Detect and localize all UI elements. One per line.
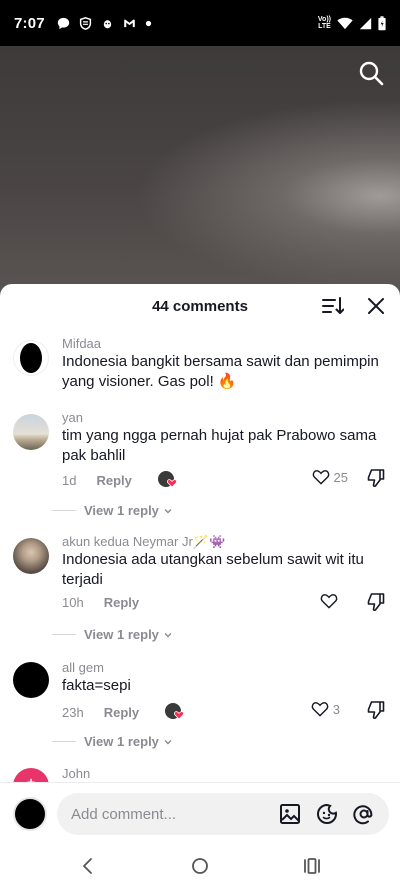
- view-replies-label: View 1 reply: [84, 503, 159, 518]
- comment-username[interactable]: all gem: [62, 660, 104, 675]
- chat-bubble-icon: [57, 17, 70, 29]
- comment-time: 23h: [62, 704, 84, 720]
- reply-button[interactable]: Reply: [104, 595, 139, 610]
- comment-item: yan tim yang ngga pernah hujat pak Prabo…: [0, 408, 400, 518]
- heart-badge-icon: [174, 711, 185, 720]
- search-icon[interactable]: [358, 60, 384, 86]
- avatar[interactable]: [13, 414, 49, 450]
- comment-text: tim yang ngga pernah hujat pak Prabowo s…: [62, 427, 377, 464]
- system-navigation-bar: [0, 844, 400, 889]
- comment-time: 10h: [62, 595, 84, 610]
- reply-button[interactable]: Reply: [96, 473, 131, 488]
- like-count: 25: [333, 469, 348, 485]
- creator-liked-badge: [165, 703, 185, 721]
- mention-icon[interactable]: [353, 803, 375, 825]
- view-replies-label: View 1 reply: [84, 627, 159, 642]
- recent-apps-icon[interactable]: [302, 856, 322, 876]
- comments-header: 44 comments: [0, 284, 400, 328]
- avatar[interactable]: [13, 662, 49, 698]
- close-icon[interactable]: [366, 296, 386, 316]
- reply-button[interactable]: Reply: [104, 705, 139, 720]
- chevron-down-icon: [164, 632, 172, 637]
- heart-badge-icon: [166, 479, 177, 488]
- view-replies-label: View 1 reply: [84, 734, 159, 749]
- view-replies-button[interactable]: View 1 reply: [52, 734, 173, 749]
- status-bar: 7:07 Vo)) LTE: [0, 0, 400, 46]
- comment-text: Indonesia ada utangkan sebelum sawit wit…: [62, 551, 364, 588]
- comment-time: 1d: [62, 472, 77, 488]
- signal-icon: [359, 17, 372, 29]
- like-group[interactable]: [320, 593, 338, 609]
- comment-item: akun kedua Neymar Jr🪄👾 Indonesia ada uta…: [0, 532, 400, 642]
- comment-text: Indonesia bangkit bersama sawit dan pemi…: [62, 353, 379, 390]
- view-replies-button[interactable]: View 1 reply: [52, 627, 173, 642]
- back-icon[interactable]: [78, 856, 98, 876]
- avatar[interactable]: [13, 340, 49, 376]
- lte-label: LTE: [318, 23, 331, 30]
- creator-liked-badge: [157, 471, 177, 489]
- bug-icon: [103, 19, 111, 28]
- comment-meta: 10h Reply: [62, 595, 139, 610]
- like-group[interactable]: 3: [311, 701, 340, 717]
- shield-icon: [79, 16, 91, 30]
- chevron-down-icon: [164, 739, 172, 744]
- gmail-icon: [124, 18, 135, 27]
- comments-count-title: 44 comments: [152, 297, 248, 315]
- comment-composer: [0, 782, 400, 844]
- video-player[interactable]: [0, 46, 400, 296]
- comment-meta: 23h Reply: [62, 703, 185, 721]
- dislike-icon[interactable]: [366, 592, 386, 612]
- heart-outline-icon[interactable]: [320, 593, 338, 609]
- heart-outline-icon[interactable]: [312, 469, 330, 485]
- home-icon[interactable]: [190, 856, 210, 876]
- comment-username[interactable]: Mifdaa: [62, 336, 101, 351]
- like-group[interactable]: 25: [312, 469, 348, 485]
- like-count: 3: [332, 701, 340, 717]
- comment-item: all gem fakta=sepi 23h Reply 3 View 1 re…: [0, 658, 400, 758]
- network-type-indicator: Vo)) LTE: [318, 16, 331, 30]
- view-replies-button[interactable]: View 1 reply: [52, 503, 173, 518]
- image-icon[interactable]: [279, 803, 301, 825]
- dislike-icon[interactable]: [366, 468, 386, 488]
- comment-input[interactable]: [57, 793, 389, 835]
- sticker-icon[interactable]: [316, 803, 338, 825]
- status-time: 7:07: [14, 14, 45, 32]
- comment-username[interactable]: John: [62, 766, 90, 781]
- sort-icon[interactable]: [322, 296, 344, 316]
- wifi-icon: [337, 17, 353, 29]
- comment-text: fakta=sepi: [62, 677, 131, 694]
- comment-username[interactable]: yan: [62, 410, 83, 425]
- chevron-down-icon: [164, 508, 172, 513]
- avatar[interactable]: [13, 538, 49, 574]
- dot-icon: [145, 20, 151, 26]
- battery-icon: [378, 15, 386, 30]
- my-avatar: [13, 797, 47, 831]
- comment-meta: 1d Reply: [62, 471, 177, 489]
- comment-username[interactable]: akun kedua Neymar Jr🪄👾: [62, 534, 225, 550]
- volte-label: Vo)): [317, 16, 331, 23]
- dislike-icon[interactable]: [366, 700, 386, 720]
- heart-outline-icon[interactable]: [311, 701, 329, 717]
- comment-item: Mifdaa Indonesia bangkit bersama sawit d…: [0, 334, 400, 394]
